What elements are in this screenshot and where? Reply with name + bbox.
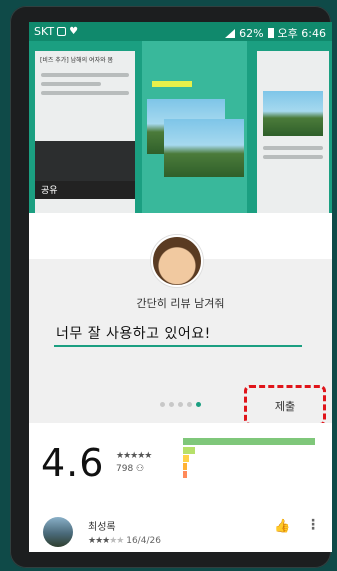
signal-icon (225, 28, 236, 38)
review-input[interactable]: 너무 잘 사용하고 있어요! (56, 323, 211, 343)
screenshot-toolbar (35, 41, 135, 51)
average-score: 4.6 (41, 441, 105, 485)
rating-bar-1 (183, 471, 187, 478)
avatar (43, 517, 73, 547)
review-stars: ★★★ (88, 536, 110, 546)
screenshot-text-line (41, 82, 101, 86)
user-review-item: 최성록 ★★★★★ 16/4/26 👍 ⋮ (29, 503, 332, 552)
page-dot (169, 402, 174, 407)
screenshot-share-strip: 공유 (35, 181, 135, 199)
screenshot-carousel[interactable]: [비즈 추가] 남해의 여자와 봄 공유 (29, 41, 332, 213)
review-panel: 간단히 리뷰 남겨줘 너무 잘 사용하고 있어요! 제출 (29, 213, 332, 426)
thumbs-up-icon[interactable]: 👍 (274, 519, 290, 534)
rating-bar-4 (183, 447, 195, 454)
screenshot-toolbar (257, 41, 329, 51)
status-bar: SKT ♥ 62% 오후 6:46 (29, 22, 332, 41)
heart-icon: ♥ (69, 26, 79, 37)
review-prompt: 간단히 리뷰 남겨줘 (136, 297, 225, 310)
phone-screen: SKT ♥ 62% 오후 6:46 [비즈 추가] 남해의 여자와 봄 공유 간… (29, 22, 332, 552)
review-meta: ★★★★★ 16/4/26 (88, 536, 161, 546)
rating-bar-5 (183, 438, 315, 445)
screenshot-text-line (263, 146, 323, 150)
screenshot-text-line (41, 73, 129, 77)
carrier-label: SKT (34, 25, 55, 38)
screenshot-photo (164, 119, 244, 177)
reviewer-name: 최성록 (88, 522, 116, 533)
page-dot-active (196, 402, 201, 407)
avatar (151, 235, 203, 287)
app-screenshot[interactable] (142, 41, 247, 213)
page-dot (187, 402, 192, 407)
more-options-icon[interactable]: ⋮ (306, 517, 320, 533)
page-indicator (160, 402, 201, 407)
page-dot (160, 402, 165, 407)
app-screenshot[interactable]: [비즈 추가] 남해의 여자와 봄 공유 (35, 41, 135, 213)
rating-count: 798 ⚇ (116, 464, 145, 474)
screenshot-photo (263, 91, 323, 136)
clock: 오후 6:46 (277, 27, 326, 40)
rating-bar-2 (183, 463, 187, 470)
share-label: 공유 (41, 186, 58, 196)
screenshot-text-line (41, 91, 129, 95)
battery-icon (267, 28, 274, 38)
review-input-underline (54, 345, 302, 347)
page-dot (178, 402, 183, 407)
screenshot-title: [비즈 추가] 남해의 여자와 봄 (40, 57, 114, 64)
review-stars-empty: ★★ (109, 536, 124, 546)
app-screenshot[interactable] (257, 41, 329, 213)
submit-button[interactable]: 제출 (244, 385, 326, 426)
rating-summary: 4.6 ★★★★★ 798 ⚇ (29, 423, 332, 503)
gallery-icon (57, 27, 67, 36)
screenshot-text-line (263, 155, 323, 159)
battery-percent: 62% (239, 26, 264, 40)
screenshot-highlight (152, 81, 192, 87)
rating-stars: ★★★★★ (116, 451, 152, 461)
rating-bar-3 (183, 455, 189, 462)
review-date: 16/4/26 (126, 536, 161, 546)
